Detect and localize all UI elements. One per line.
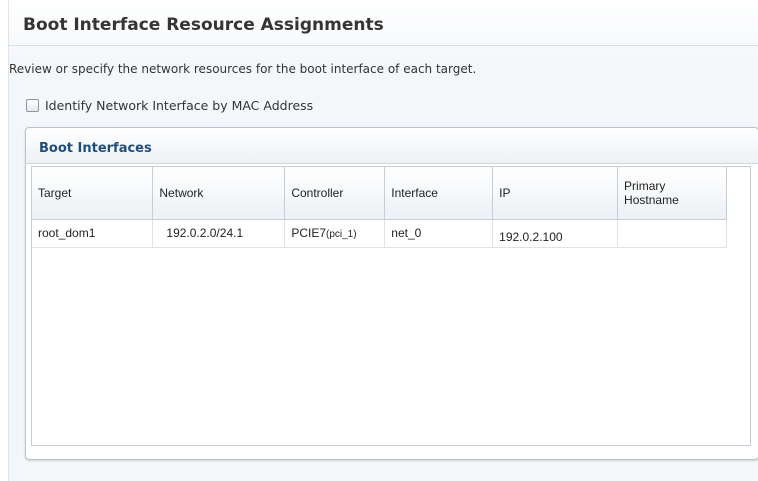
cell-interface[interactable]: net_0 (384, 219, 494, 248)
boot-interfaces-table: Target Network Controller Interface IP P… (32, 167, 727, 248)
controller-name: PCIE7 (291, 226, 326, 240)
column-header-interface[interactable]: Interface (384, 167, 494, 220)
cell-primary-hostname[interactable] (617, 219, 727, 248)
controller-pci: (pci_1) (326, 229, 357, 240)
column-header-ip[interactable]: IP (492, 167, 619, 220)
panel-title: Boot Interfaces (39, 141, 152, 156)
boot-interfaces-panel: Boot Interfaces Target Network Controlle… (25, 127, 758, 460)
boot-interface-page: Boot Interface Resource Assignments Revi… (8, 0, 758, 481)
column-header-target[interactable]: Target (32, 167, 154, 220)
cell-network[interactable]: 192.0.2.0/24.1 (152, 219, 286, 248)
identify-by-mac-label[interactable]: Identify Network Interface by MAC Addres… (45, 98, 313, 113)
cell-controller[interactable]: PCIE7(pci_1) (284, 219, 386, 248)
page-description: Review or specify the network resources … (9, 62, 477, 76)
title-divider (9, 45, 758, 46)
column-header-controller[interactable]: Controller (284, 167, 386, 220)
column-header-primary-hostname[interactable]: Primary Hostname (617, 167, 727, 220)
boot-interfaces-table-container: Target Network Controller Interface IP P… (31, 166, 751, 446)
column-header-network[interactable]: Network (152, 167, 286, 220)
identify-by-mac-option[interactable]: Identify Network Interface by MAC Addres… (26, 98, 313, 113)
cell-target: root_dom1 (32, 219, 154, 248)
panel-header: Boot Interfaces (26, 128, 758, 164)
table-header-row: Target Network Controller Interface IP P… (32, 167, 727, 220)
page-title: Boot Interface Resource Assignments (23, 15, 384, 35)
cell-ip[interactable]: 192.0.2.100 (492, 219, 619, 248)
identify-by-mac-checkbox[interactable] (26, 99, 39, 112)
table-row[interactable]: root_dom1 192.0.2.0/24.1 PCIE7(pci_1) ne… (32, 219, 727, 248)
